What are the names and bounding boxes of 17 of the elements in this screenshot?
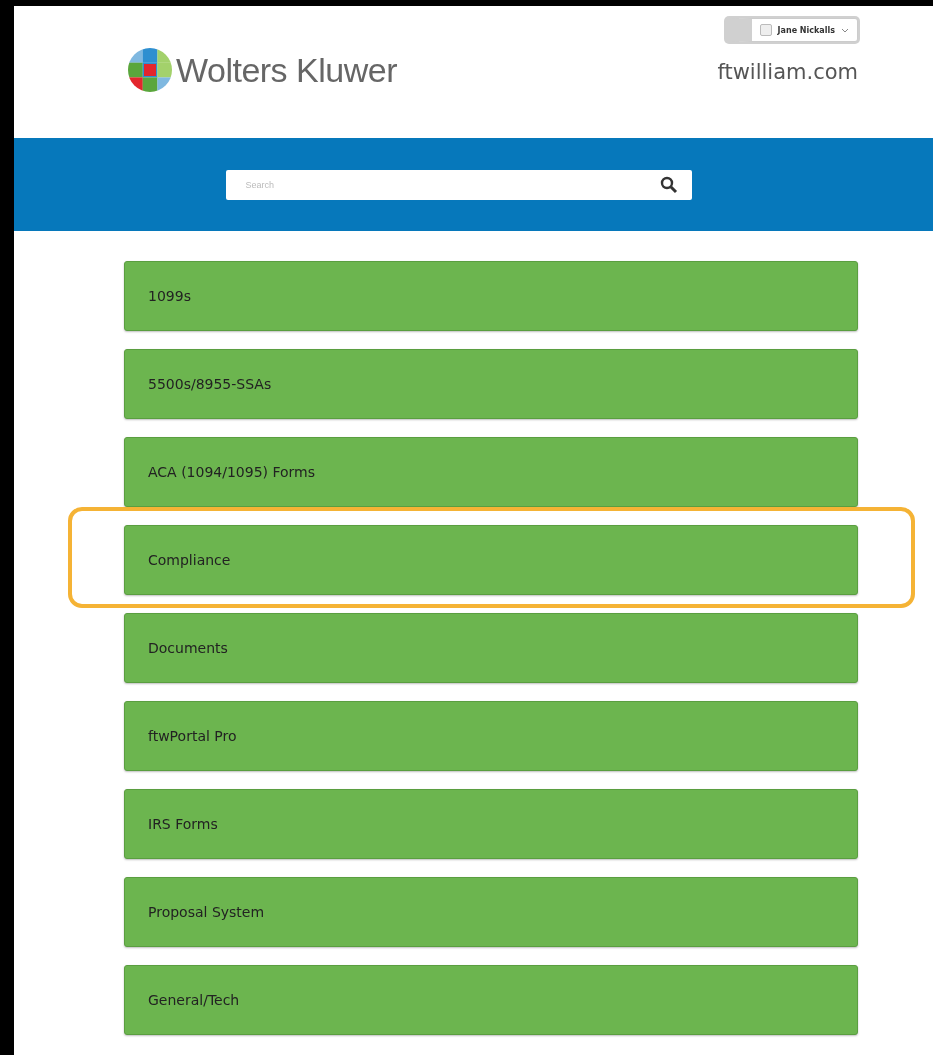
product-button[interactable]: 5500s/8955-SSAs — [124, 349, 858, 419]
product-button[interactable]: Documents — [124, 613, 858, 683]
user-avatar-icon — [759, 24, 772, 36]
caret-icon — [841, 27, 849, 33]
product-button[interactable]: ftwPortal Pro — [124, 701, 858, 771]
product-button[interactable]: General/Tech — [124, 965, 858, 1035]
product-button[interactable]: IRS Forms — [124, 789, 858, 859]
user-menu[interactable]: Jane Nickalls — [725, 18, 858, 42]
product-button[interactable]: Compliance — [124, 525, 858, 595]
product-button[interactable]: Proposal System — [124, 877, 858, 947]
product-button[interactable]: ACA (1094/1095) Forms — [124, 437, 858, 507]
logo-text: Wolters Kluwer — [176, 50, 397, 90]
search-field[interactable]: Search — [225, 169, 692, 200]
site-name: ftwilliam.com — [717, 60, 858, 84]
logo-icon — [126, 46, 174, 94]
product-button[interactable]: 1099s — [124, 261, 858, 331]
search-icon[interactable] — [659, 175, 678, 194]
